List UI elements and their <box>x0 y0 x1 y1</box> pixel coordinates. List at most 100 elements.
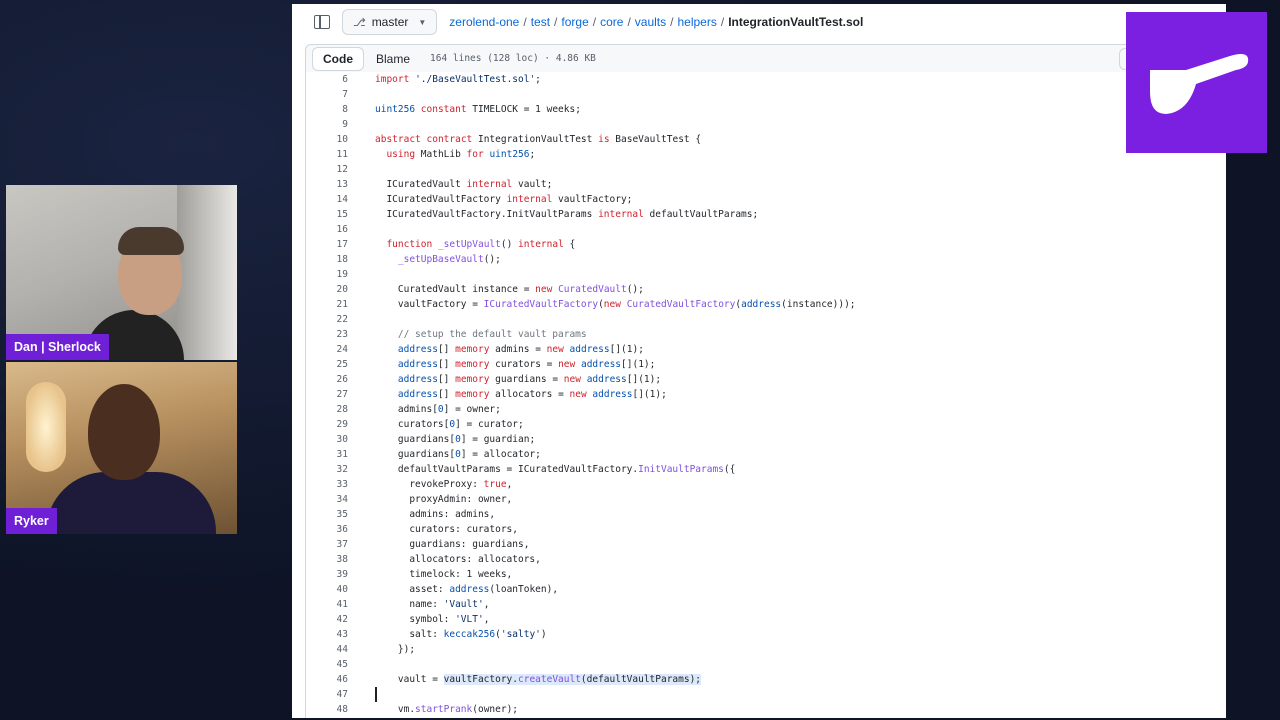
breadcrumb-repo[interactable]: zerolend-one <box>449 15 519 29</box>
line-code: address[] memory curators = new address[… <box>397 359 656 370</box>
line-number[interactable]: 32 <box>306 462 348 477</box>
code-line: 14 ICuratedVaultFactory internal vaultFa… <box>306 192 1206 207</box>
code-view[interactable]: 6 import './BaseVaultTest.sol'; 7 8 uint256 … <box>305 72 1226 718</box>
line-number[interactable]: 35 <box>306 507 348 522</box>
breadcrumb-forge[interactable]: forge <box>561 15 588 29</box>
line-number[interactable]: 40 <box>306 582 348 597</box>
code-line: 25 address[] memory curators = new addre… <box>306 357 1206 372</box>
line-number[interactable]: 15 <box>306 207 348 222</box>
code-line: 23 // setup the default vault params <box>306 327 1206 342</box>
code-line: 32 defaultVaultParams = ICuratedVaultFac… <box>306 462 1206 477</box>
code-line: 11 using MathLib for uint256; <box>306 147 1206 162</box>
line-number[interactable]: 26 <box>306 372 348 387</box>
line-number[interactable]: 19 <box>306 267 348 282</box>
line-number[interactable]: 47 <box>306 687 348 702</box>
code-line: 22 <box>306 312 1206 327</box>
line-number[interactable]: 41 <box>306 597 348 612</box>
line-code: address[] memory admins = new address[](… <box>397 344 644 355</box>
line-code: ICuratedVaultFactory internal vaultFacto… <box>375 194 633 205</box>
line-code: vault = vaultFactory.createVault(default… <box>375 674 702 685</box>
line-number[interactable]: 20 <box>306 282 348 297</box>
name-tag: Dan | Sherlock <box>6 334 109 360</box>
line-code: allocators: allocators, <box>375 554 541 565</box>
line-code: CuratedVault instance = new CuratedVault… <box>375 284 644 295</box>
git-branch-icon: ⎇ <box>353 16 366 29</box>
line-number[interactable]: 18 <box>306 252 348 267</box>
breadcrumb-core[interactable]: core <box>600 15 623 29</box>
code-line: 48 vm.startPrank(owner); <box>306 702 1206 717</box>
line-number[interactable]: 30 <box>306 432 348 447</box>
line-number[interactable]: 22 <box>306 312 348 327</box>
code-line: 38 allocators: allocators, <box>306 552 1206 567</box>
line-code: import './BaseVaultTest.sol'; <box>375 74 541 85</box>
code-line: 46 vault = vaultFactory.createVault(defa… <box>306 672 1206 687</box>
line-number[interactable]: 25 <box>306 357 348 372</box>
line-number[interactable]: 44 <box>306 642 348 657</box>
line-code: ICuratedVault internal vault; <box>375 179 553 190</box>
line-number[interactable]: 16 <box>306 222 348 237</box>
line-number[interactable]: 24 <box>306 342 348 357</box>
line-number[interactable]: 37 <box>306 537 348 552</box>
line-number[interactable]: 39 <box>306 567 348 582</box>
code-line: 45 <box>306 657 1206 672</box>
line-code: vm.startPrank(owner); <box>375 704 519 715</box>
line-number[interactable]: 31 <box>306 447 348 462</box>
line-number[interactable]: 45 <box>306 657 348 672</box>
line-number[interactable]: 29 <box>306 417 348 432</box>
breadcrumb-test[interactable]: test <box>531 15 550 29</box>
code-line: 39 timelock: 1 weeks, <box>306 567 1206 582</box>
code-line: 8 uint256 constant TIMELOCK = 1 weeks; <box>306 102 1206 117</box>
branch-selector[interactable]: ⎇ master ▼ <box>342 9 438 35</box>
breadcrumb: zerolend-one / test / forge / core / vaults / help… <box>449 15 864 29</box>
line-number[interactable]: 6 <box>306 72 348 87</box>
line-number[interactable]: 7 <box>306 87 348 102</box>
breadcrumb-helpers[interactable]: helpers <box>677 15 716 29</box>
pipe-icon <box>1150 54 1249 114</box>
code-line: 9 <box>306 117 1206 132</box>
line-code: vaultFactory = ICuratedVaultFactory(new … <box>375 299 856 310</box>
line-number[interactable]: 12 <box>306 162 348 177</box>
line-number[interactable]: 9 <box>306 117 348 132</box>
line-number[interactable]: 23 <box>306 327 348 342</box>
code-line: 40 asset: address(loanToken), <box>306 582 1206 597</box>
code-line: 43 salt: keccak256('salty') <box>306 627 1206 642</box>
line-code: defaultVaultParams = ICuratedVaultFactor… <box>375 464 736 475</box>
code-line: 26 address[] memory guardians = new addr… <box>306 372 1206 387</box>
line-code: address[] memory guardians = new address… <box>397 374 662 385</box>
code-line: 15 ICuratedVaultFactory.InitVaultParams … <box>306 207 1206 222</box>
tab-blame[interactable]: Blame <box>366 48 420 70</box>
chevron-down-icon: ▼ <box>418 17 427 27</box>
line-code: ICuratedVaultFactory.InitVaultParams int… <box>375 209 759 220</box>
tab-code[interactable]: Code <box>312 46 364 71</box>
line-code: abstract contract IntegrationVaultTest i… <box>375 134 702 145</box>
line-number[interactable]: 11 <box>306 147 348 162</box>
line-number[interactable]: 36 <box>306 522 348 537</box>
line-number[interactable]: 27 <box>306 387 348 402</box>
line-code: }); <box>375 644 416 655</box>
line-number[interactable]: 10 <box>306 132 348 147</box>
code-line: 31 guardians[0] = allocator; <box>306 447 1206 462</box>
line-code: function _setUpVault() internal { <box>386 239 576 250</box>
line-number[interactable]: 33 <box>306 477 348 492</box>
line-number[interactable]: 48 <box>306 702 348 717</box>
line-number[interactable]: 21 <box>306 297 348 312</box>
line-number[interactable]: 14 <box>306 192 348 207</box>
line-number[interactable]: 13 <box>306 177 348 192</box>
sidebar-toggle-icon[interactable] <box>314 15 330 29</box>
line-code: uint256 constant TIMELOCK = 1 weeks; <box>375 104 581 115</box>
participant-head <box>88 384 160 480</box>
line-number[interactable]: 38 <box>306 552 348 567</box>
line-code: timelock: 1 weeks, <box>375 569 513 580</box>
line-number[interactable]: 17 <box>306 237 348 252</box>
line-number[interactable]: 43 <box>306 627 348 642</box>
line-number[interactable]: 42 <box>306 612 348 627</box>
line-number[interactable]: 8 <box>306 102 348 117</box>
line-number[interactable]: 28 <box>306 402 348 417</box>
line-number[interactable]: 34 <box>306 492 348 507</box>
code-line: 47 <box>306 687 1206 702</box>
code-line: 6 import './BaseVaultTest.sol'; <box>306 72 1206 87</box>
line-number[interactable]: 46 <box>306 672 348 687</box>
lamp-light <box>26 382 66 472</box>
code-line: 30 guardians[0] = guardian; <box>306 432 1206 447</box>
breadcrumb-vaults[interactable]: vaults <box>635 15 666 29</box>
